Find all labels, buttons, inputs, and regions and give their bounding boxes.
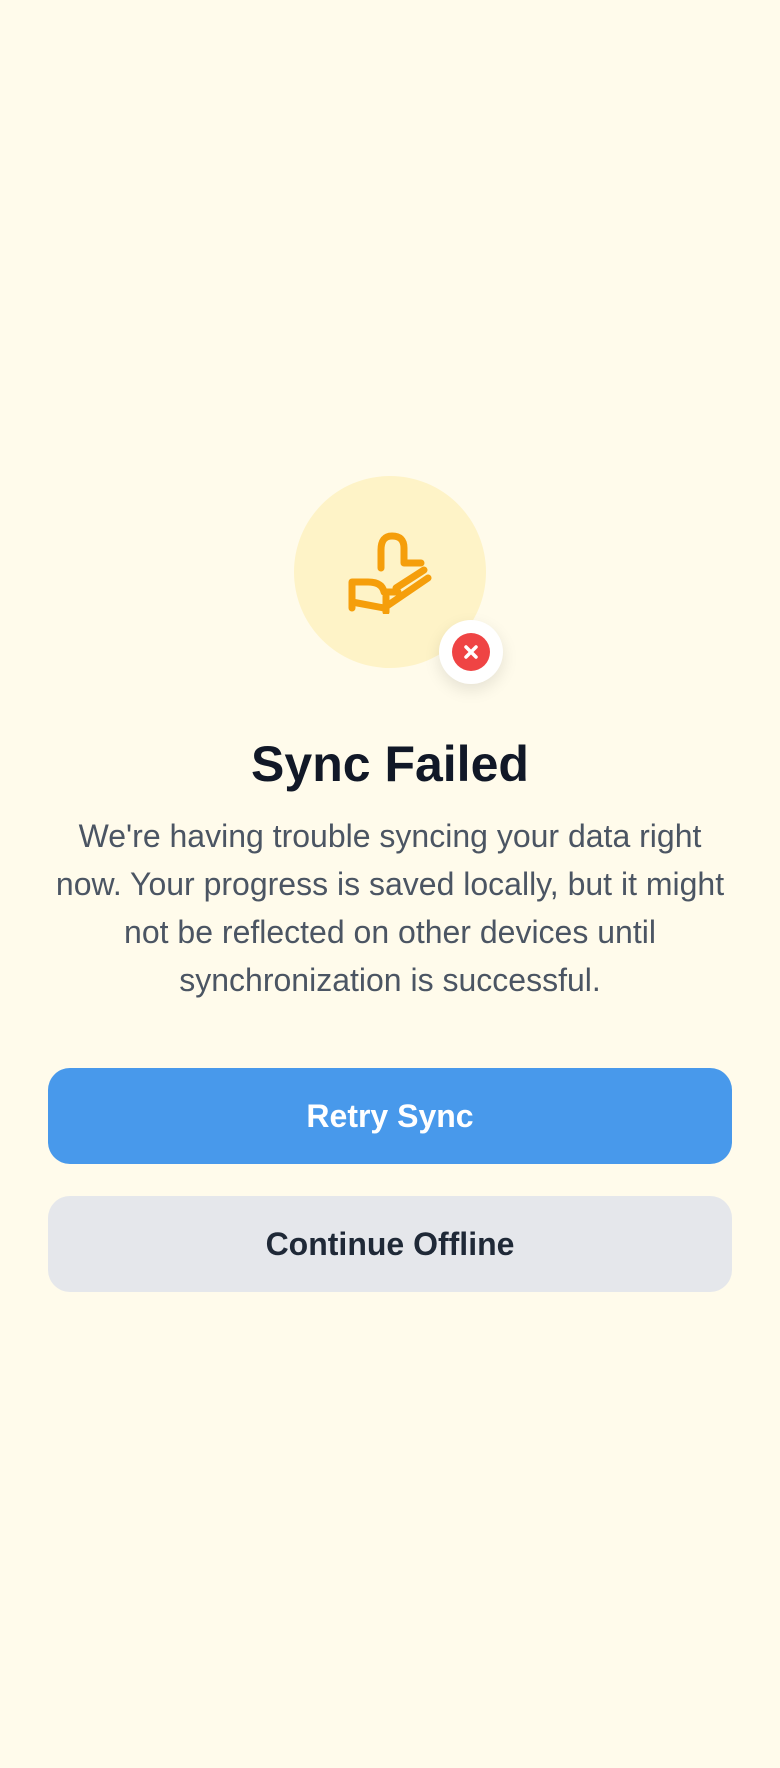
retry-sync-button[interactable]: Retry Sync: [48, 1068, 732, 1164]
status-illustration: [294, 476, 503, 684]
error-dot: [452, 633, 490, 671]
page-title: Sync Failed: [251, 736, 529, 792]
continue-offline-button[interactable]: Continue Offline: [48, 1196, 732, 1292]
error-badge: [439, 620, 503, 684]
hand-sync-icon: [348, 532, 432, 614]
sync-failed-screen: Sync Failed We're having trouble syncing…: [0, 0, 780, 1768]
status-message: We're having trouble syncing your data r…: [55, 818, 725, 998]
error-x-icon: [464, 645, 478, 659]
